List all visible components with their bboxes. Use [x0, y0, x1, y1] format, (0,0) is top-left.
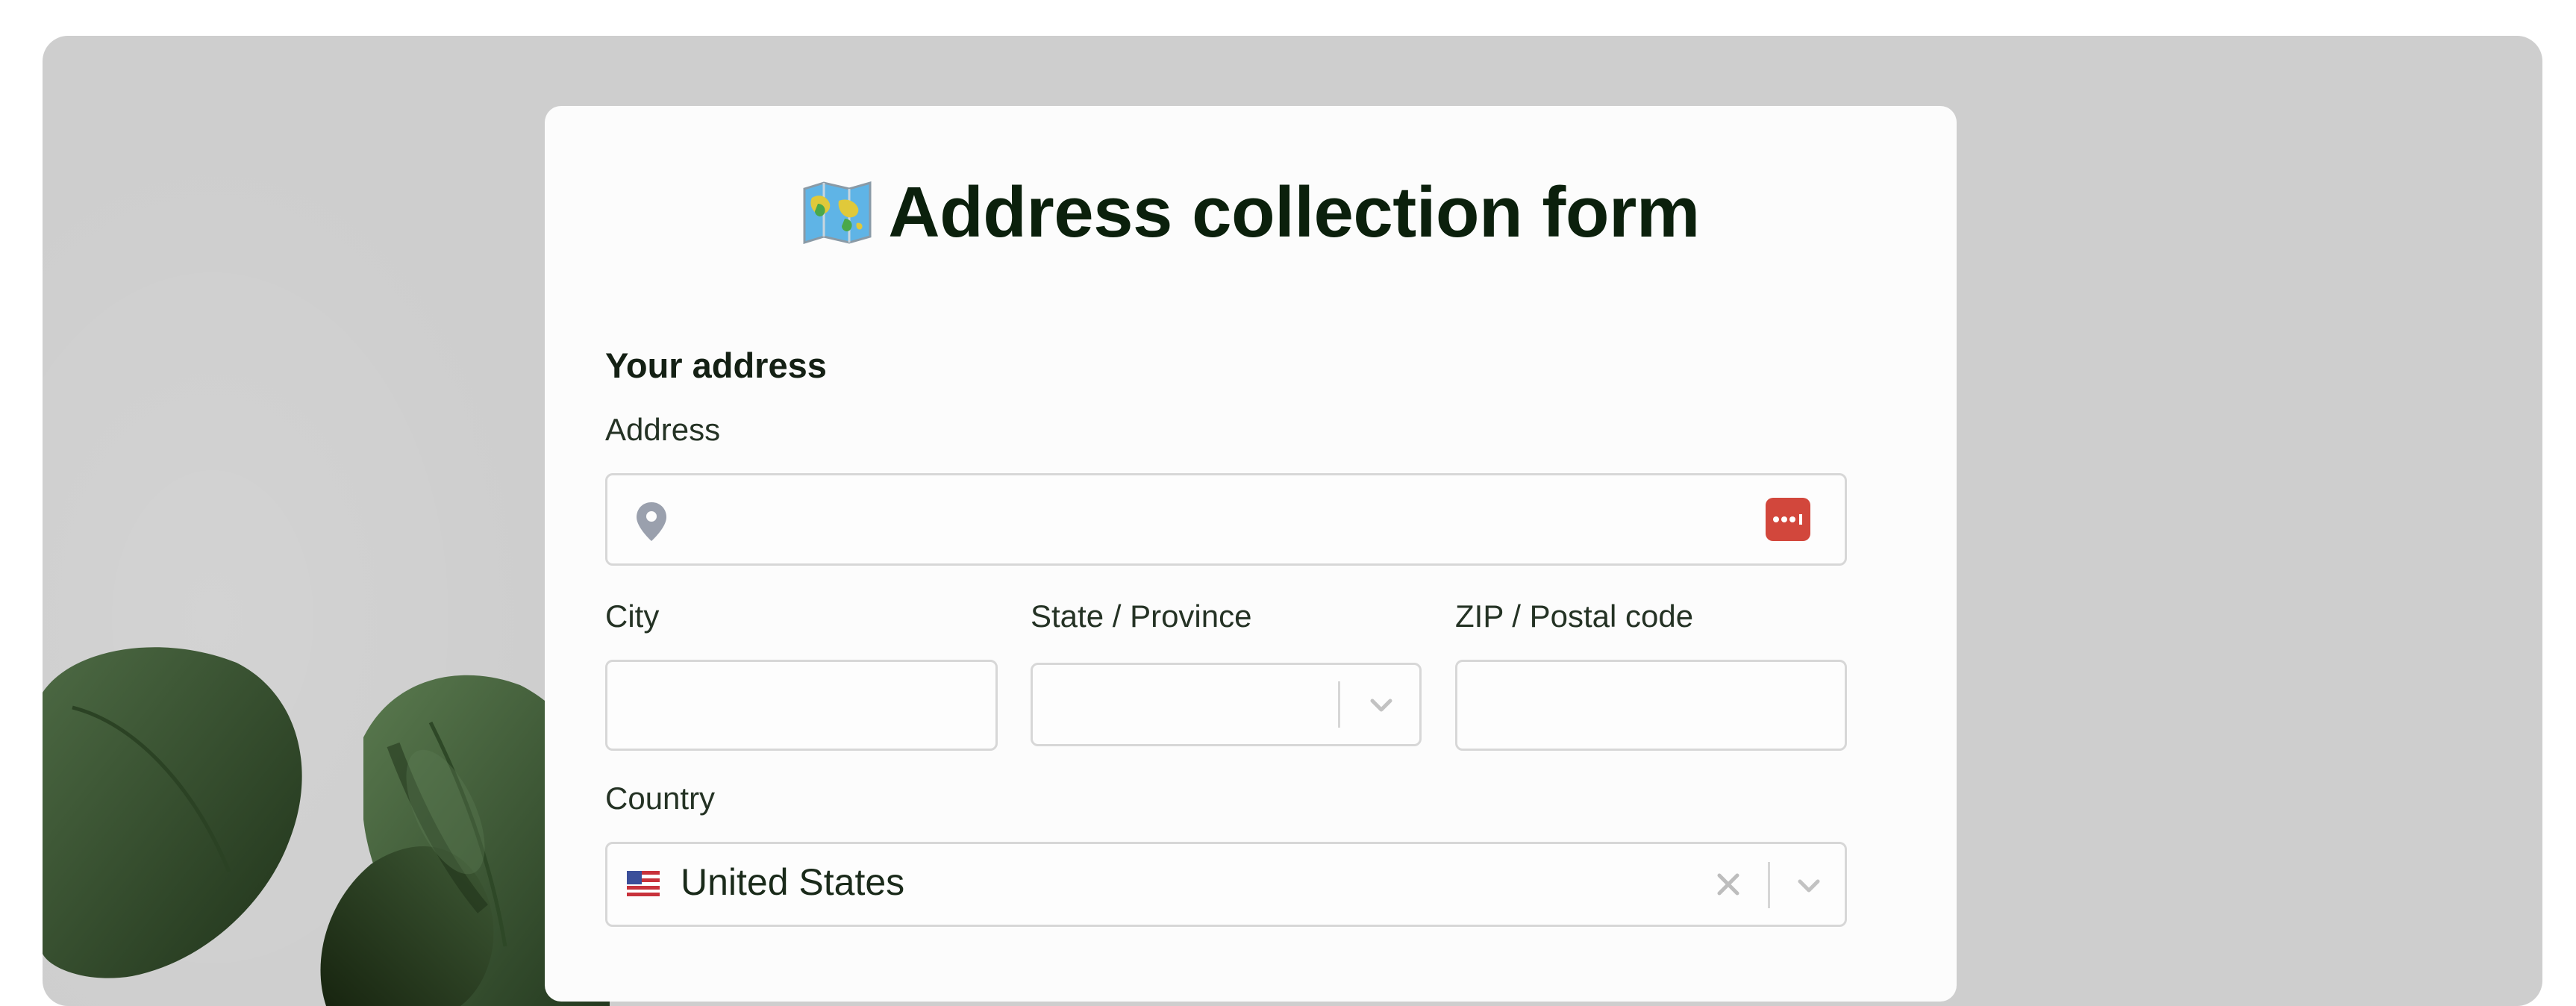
world-map-icon	[803, 181, 872, 244]
country-label: Country	[605, 781, 716, 816]
country-select[interactable]: United States	[605, 842, 1847, 927]
chevron-down-icon[interactable]	[1792, 871, 1825, 901]
page-title: Address collection form	[888, 172, 1700, 252]
address-input[interactable]	[605, 473, 1847, 566]
address-label: Address	[605, 412, 721, 447]
zip-label: ZIP / Postal code	[1455, 599, 1694, 634]
city-input[interactable]	[605, 660, 998, 751]
plant-image	[43, 647, 610, 1006]
us-flag-icon	[627, 871, 660, 896]
country-value: United States	[681, 861, 905, 903]
state-select[interactable]	[1031, 663, 1422, 746]
select-separator	[1338, 681, 1340, 728]
select-separator	[1768, 862, 1770, 908]
close-icon[interactable]	[1710, 866, 1746, 902]
map-pin-icon	[637, 502, 666, 541]
form-header: Address collection form	[545, 172, 1957, 254]
password-manager-icon[interactable]	[1766, 498, 1810, 541]
chevron-down-icon[interactable]	[1365, 690, 1398, 720]
address-form-card: Address collection form Your address Add…	[545, 106, 1957, 1002]
section-title: Your address	[605, 346, 827, 385]
city-label: City	[605, 599, 660, 634]
dots-icon	[1773, 514, 1802, 525]
state-label: State / Province	[1031, 599, 1252, 634]
zip-input[interactable]	[1455, 660, 1847, 751]
